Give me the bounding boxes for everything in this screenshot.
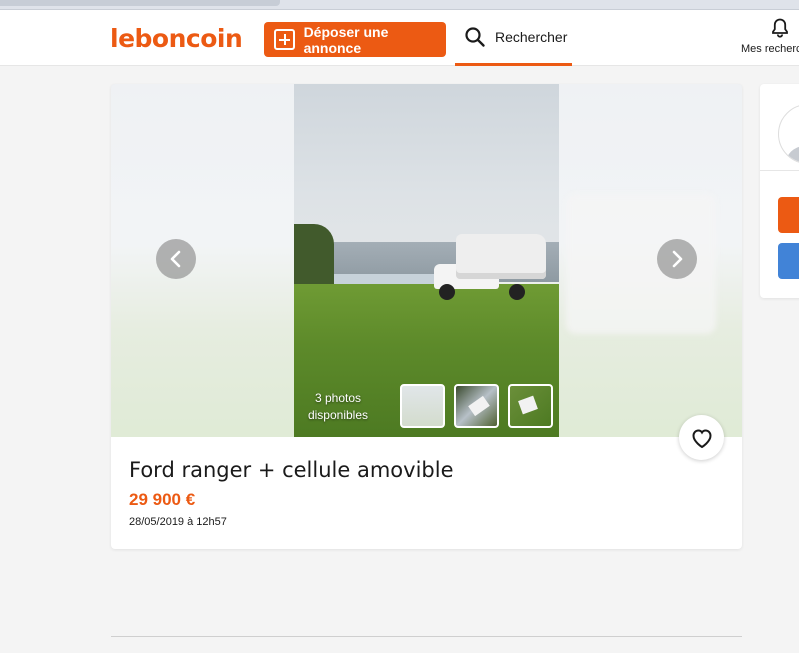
next-photo-button[interactable] [657, 239, 697, 279]
photo-water [324, 274, 444, 284]
thumbnail-camper [468, 395, 490, 417]
photo-wheel [509, 284, 525, 300]
previous-photo-button[interactable] [156, 239, 196, 279]
ad-card: 3 photos disponibles Ford ranger + cellu… [111, 84, 742, 549]
thumbnail-2[interactable] [454, 384, 499, 428]
browser-chrome [0, 0, 799, 10]
address-bar [0, 0, 280, 6]
search-tab[interactable]: Rechercher [455, 10, 572, 66]
ad-title: Ford ranger + cellule amovible [129, 458, 454, 482]
thumbnail-camper [518, 395, 538, 415]
contact-button[interactable] [778, 197, 799, 233]
site-logo[interactable]: leboncoin [110, 24, 243, 53]
search-icon [465, 26, 485, 47]
divider [111, 636, 742, 637]
search-label: Rechercher [495, 28, 568, 45]
favorite-button[interactable] [679, 415, 724, 460]
thumbnail-3[interactable] [508, 384, 553, 428]
saved-searches-label: Mes recherc [741, 43, 799, 55]
ad-price: 29 900 € [129, 490, 196, 509]
heart-icon [691, 428, 712, 448]
plus-square-icon [274, 29, 295, 50]
seller-panel [760, 84, 799, 298]
photo-count: 3 photos disponibles [300, 390, 376, 424]
post-ad-button[interactable]: Déposer une annonce [264, 22, 446, 57]
photo-count-line2: disponibles [307, 408, 369, 422]
photo-wheel [439, 284, 455, 300]
avatar-body [787, 145, 799, 163]
photo-gallery[interactable]: 3 photos disponibles [111, 84, 742, 437]
ad-date: 28/05/2019 à 12h57 [129, 516, 227, 528]
post-ad-label: Déposer une annonce [303, 23, 389, 56]
divider [760, 170, 799, 171]
site-header: leboncoin Déposer une annonce Rechercher… [0, 10, 799, 66]
bell-icon [772, 18, 788, 38]
chevron-right-icon [672, 250, 683, 268]
user-avatar-icon[interactable] [778, 104, 799, 164]
photo-count-line1: 3 photos [314, 391, 362, 405]
photo-camper [456, 234, 546, 279]
message-button[interactable] [778, 243, 799, 279]
chevron-left-icon [170, 250, 181, 268]
thumbnail-1[interactable] [400, 384, 445, 428]
